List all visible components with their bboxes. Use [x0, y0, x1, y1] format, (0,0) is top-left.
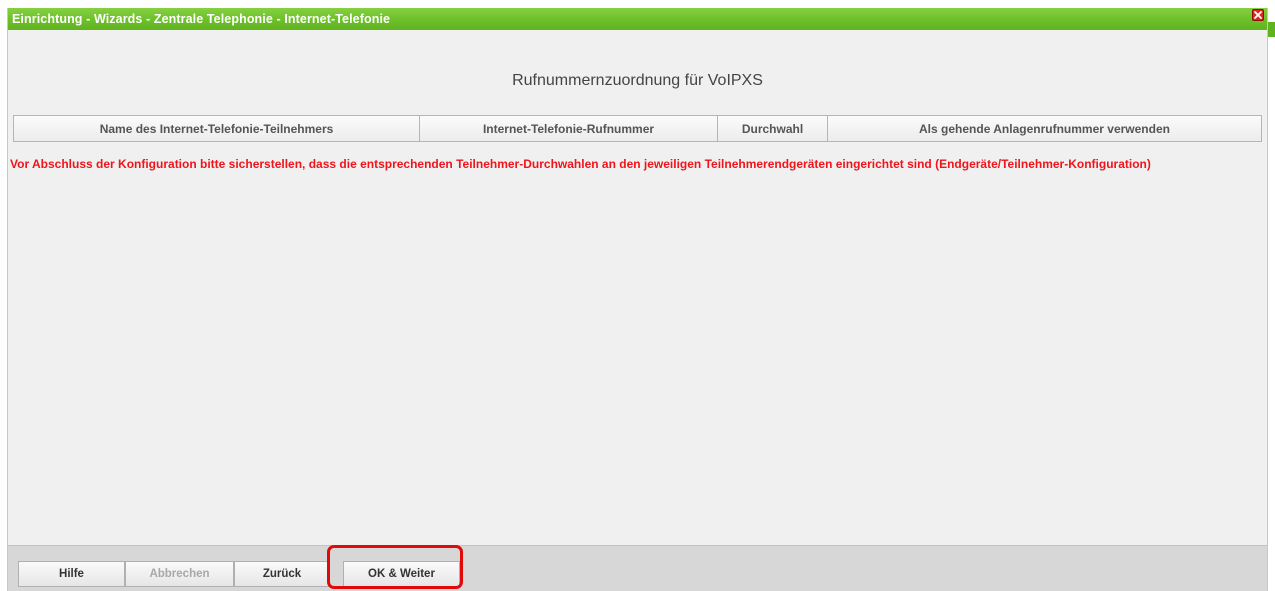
wizard-window: Einrichtung - Wizards - Zentrale Telepho… [7, 8, 1268, 591]
title-bar: Einrichtung - Wizards - Zentrale Telepho… [8, 8, 1267, 30]
help-button[interactable]: Hilfe [18, 561, 125, 587]
window-edge-strip [1268, 22, 1275, 37]
column-header-number[interactable]: Internet-Telefonie-Rufnummer [419, 115, 717, 142]
column-header-extension[interactable]: Durchwahl [717, 115, 827, 142]
warning-message: Vor Abschluss der Konfiguration bitte si… [10, 157, 1151, 171]
back-button[interactable]: Zurück [234, 561, 330, 587]
table-header: Name des Internet-Telefonie-Teilnehmers … [13, 115, 1262, 142]
column-header-name[interactable]: Name des Internet-Telefonie-Teilnehmers [13, 115, 419, 142]
cancel-button[interactable]: Abbrechen [125, 561, 234, 587]
column-header-outgoing-number[interactable]: Als gehende Anlagenrufnummer verwenden [827, 115, 1262, 142]
ok-next-button[interactable]: OK & Weiter [343, 561, 460, 587]
window-title: Einrichtung - Wizards - Zentrale Telepho… [12, 12, 391, 26]
page-title: Rufnummernzuordnung für VoIPXS [512, 72, 763, 89]
button-bar: Hilfe Abbrechen Zurück OK & Weiter [8, 545, 1267, 591]
close-icon[interactable] [1252, 9, 1264, 21]
